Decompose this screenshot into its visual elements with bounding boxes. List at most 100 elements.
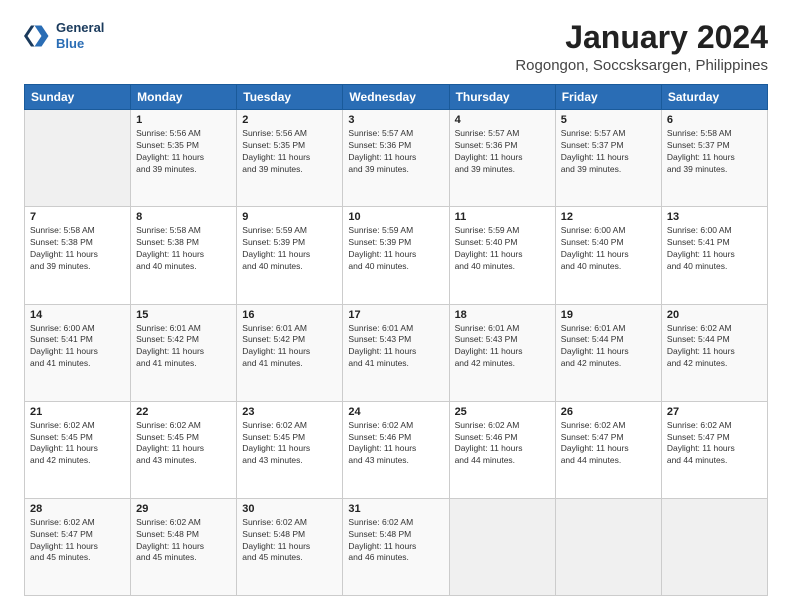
day-number: 18 <box>455 309 550 321</box>
header-cell-thursday: Thursday <box>449 85 555 110</box>
day-number: 12 <box>561 211 656 223</box>
day-number: 1 <box>136 114 231 126</box>
day-cell: 28 Sunrise: 6:02 AM Sunset: 5:47 PM Dayli… <box>25 498 131 595</box>
header-cell-saturday: Saturday <box>661 85 767 110</box>
day-number: 22 <box>136 406 231 418</box>
day-cell: 22 Sunrise: 6:02 AM Sunset: 5:45 PM Dayli… <box>131 401 237 498</box>
day-info: Sunrise: 5:58 AM Sunset: 5:37 PM Dayligh… <box>667 128 762 176</box>
week-row-3: 21 Sunrise: 6:02 AM Sunset: 5:45 PM Dayli… <box>25 401 768 498</box>
day-cell: 9 Sunrise: 5:59 AM Sunset: 5:39 PM Daylig… <box>237 207 343 304</box>
day-cell: 11Sunrise: 5:59 AM Sunset: 5:40 PM Dayli… <box>449 207 555 304</box>
day-number: 8 <box>136 211 231 223</box>
day-info: Sunrise: 5:59 AM Sunset: 5:39 PM Dayligh… <box>242 225 337 273</box>
day-info: Sunrise: 6:02 AM Sunset: 5:47 PM Dayligh… <box>667 420 762 468</box>
day-number: 28 <box>30 503 125 515</box>
day-number: 14 <box>30 309 125 321</box>
day-number: 6 <box>667 114 762 126</box>
day-cell: 6 Sunrise: 5:58 AM Sunset: 5:37 PM Daylig… <box>661 110 767 207</box>
day-cell: 23 Sunrise: 6:02 AM Sunset: 5:45 PM Dayli… <box>237 401 343 498</box>
day-number: 3 <box>348 114 443 126</box>
day-number: 7 <box>30 211 125 223</box>
day-number: 31 <box>348 503 443 515</box>
day-cell: 10Sunrise: 5:59 AM Sunset: 5:39 PM Dayli… <box>343 207 449 304</box>
day-cell: 4 Sunrise: 5:57 AM Sunset: 5:36 PM Daylig… <box>449 110 555 207</box>
day-info: Sunrise: 6:02 AM Sunset: 5:45 PM Dayligh… <box>242 420 337 468</box>
location-title: Rogongon, Soccsksargen, Philippines <box>515 57 768 74</box>
day-cell <box>661 498 767 595</box>
day-number: 20 <box>667 309 762 321</box>
day-info: Sunrise: 6:00 AM Sunset: 5:41 PM Dayligh… <box>30 323 125 371</box>
calendar-body: 1 Sunrise: 5:56 AM Sunset: 5:35 PM Daylig… <box>25 110 768 596</box>
day-info: Sunrise: 6:02 AM Sunset: 5:48 PM Dayligh… <box>136 517 231 565</box>
day-info: Sunrise: 6:01 AM Sunset: 5:43 PM Dayligh… <box>455 323 550 371</box>
day-cell <box>25 110 131 207</box>
day-number: 21 <box>30 406 125 418</box>
day-number: 23 <box>242 406 337 418</box>
day-cell: 24 Sunrise: 6:02 AM Sunset: 5:46 PM Dayli… <box>343 401 449 498</box>
day-number: 9 <box>242 211 337 223</box>
day-info: Sunrise: 6:02 AM Sunset: 5:48 PM Dayligh… <box>242 517 337 565</box>
day-info: Sunrise: 5:57 AM Sunset: 5:36 PM Dayligh… <box>455 128 550 176</box>
day-info: Sunrise: 5:56 AM Sunset: 5:35 PM Dayligh… <box>136 128 231 176</box>
day-info: Sunrise: 6:02 AM Sunset: 5:45 PM Dayligh… <box>30 420 125 468</box>
day-number: 15 <box>136 309 231 321</box>
day-cell: 27 Sunrise: 6:02 AM Sunset: 5:47 PM Dayli… <box>661 401 767 498</box>
day-cell: 31 Sunrise: 6:02 AM Sunset: 5:48 PM Dayli… <box>343 498 449 595</box>
day-info: Sunrise: 6:02 AM Sunset: 5:48 PM Dayligh… <box>348 517 443 565</box>
day-info: Sunrise: 5:56 AM Sunset: 5:35 PM Dayligh… <box>242 128 337 176</box>
day-cell <box>449 498 555 595</box>
day-info: Sunrise: 6:00 AM Sunset: 5:40 PM Dayligh… <box>561 225 656 273</box>
day-info: Sunrise: 6:00 AM Sunset: 5:41 PM Dayligh… <box>667 225 762 273</box>
day-cell: 25 Sunrise: 6:02 AM Sunset: 5:46 PM Dayli… <box>449 401 555 498</box>
day-number: 19 <box>561 309 656 321</box>
day-info: Sunrise: 5:58 AM Sunset: 5:38 PM Dayligh… <box>136 225 231 273</box>
day-number: 27 <box>667 406 762 418</box>
day-info: Sunrise: 6:01 AM Sunset: 5:43 PM Dayligh… <box>348 323 443 371</box>
title-block: January 2024 Rogongon, Soccsksargen, Phi… <box>515 20 768 74</box>
week-row-4: 28 Sunrise: 6:02 AM Sunset: 5:47 PM Dayli… <box>25 498 768 595</box>
header-cell-friday: Friday <box>555 85 661 110</box>
day-cell: 17 Sunrise: 6:01 AM Sunset: 5:43 PM Dayli… <box>343 304 449 401</box>
day-cell: 2Sunrise: 5:56 AM Sunset: 5:35 PM Daylig… <box>237 110 343 207</box>
day-info: Sunrise: 5:59 AM Sunset: 5:40 PM Dayligh… <box>455 225 550 273</box>
day-number: 24 <box>348 406 443 418</box>
day-info: Sunrise: 5:57 AM Sunset: 5:36 PM Dayligh… <box>348 128 443 176</box>
calendar-header-row: SundayMondayTuesdayWednesdayThursdayFrid… <box>25 85 768 110</box>
day-cell: 13 Sunrise: 6:00 AM Sunset: 5:41 PM Dayli… <box>661 207 767 304</box>
header-cell-tuesday: Tuesday <box>237 85 343 110</box>
day-cell: 5Sunrise: 5:57 AM Sunset: 5:37 PM Daylig… <box>555 110 661 207</box>
day-cell: 14 Sunrise: 6:00 AM Sunset: 5:41 PM Dayli… <box>25 304 131 401</box>
day-number: 4 <box>455 114 550 126</box>
day-number: 13 <box>667 211 762 223</box>
day-info: Sunrise: 6:02 AM Sunset: 5:45 PM Dayligh… <box>136 420 231 468</box>
day-cell: 7Sunrise: 5:58 AM Sunset: 5:38 PM Daylig… <box>25 207 131 304</box>
day-cell <box>555 498 661 595</box>
day-cell: 21 Sunrise: 6:02 AM Sunset: 5:45 PM Dayli… <box>25 401 131 498</box>
day-number: 10 <box>348 211 443 223</box>
logo-icon <box>24 22 52 50</box>
header-cell-monday: Monday <box>131 85 237 110</box>
header: General Blue January 2024 Rogongon, Socc… <box>24 20 768 74</box>
week-row-2: 14 Sunrise: 6:00 AM Sunset: 5:41 PM Dayli… <box>25 304 768 401</box>
day-cell: 16Sunrise: 6:01 AM Sunset: 5:42 PM Dayli… <box>237 304 343 401</box>
logo: General Blue <box>24 20 104 51</box>
calendar-table: SundayMondayTuesdayWednesdayThursdayFrid… <box>24 84 768 596</box>
day-cell: 20 Sunrise: 6:02 AM Sunset: 5:44 PM Dayli… <box>661 304 767 401</box>
logo-text: General Blue <box>56 20 104 51</box>
day-number: 17 <box>348 309 443 321</box>
day-cell: 12 Sunrise: 6:00 AM Sunset: 5:40 PM Dayli… <box>555 207 661 304</box>
day-number: 25 <box>455 406 550 418</box>
week-row-1: 7 Sunrise: 5:58 AM Sunset: 5:38 PM Daylig… <box>25 207 768 304</box>
day-info: Sunrise: 6:02 AM Sunset: 5:44 PM Dayligh… <box>667 323 762 371</box>
day-number: 29 <box>136 503 231 515</box>
day-cell: 26Sunrise: 6:02 AM Sunset: 5:47 PM Dayli… <box>555 401 661 498</box>
day-info: Sunrise: 6:02 AM Sunset: 5:47 PM Dayligh… <box>30 517 125 565</box>
day-info: Sunrise: 6:01 AM Sunset: 5:44 PM Dayligh… <box>561 323 656 371</box>
day-cell: 15Sunrise: 6:01 AM Sunset: 5:42 PM Dayli… <box>131 304 237 401</box>
day-info: Sunrise: 6:02 AM Sunset: 5:46 PM Dayligh… <box>455 420 550 468</box>
day-number: 5 <box>561 114 656 126</box>
day-info: Sunrise: 6:02 AM Sunset: 5:46 PM Dayligh… <box>348 420 443 468</box>
day-number: 16 <box>242 309 337 321</box>
day-number: 26 <box>561 406 656 418</box>
day-cell: 8 Sunrise: 5:58 AM Sunset: 5:38 PM Daylig… <box>131 207 237 304</box>
